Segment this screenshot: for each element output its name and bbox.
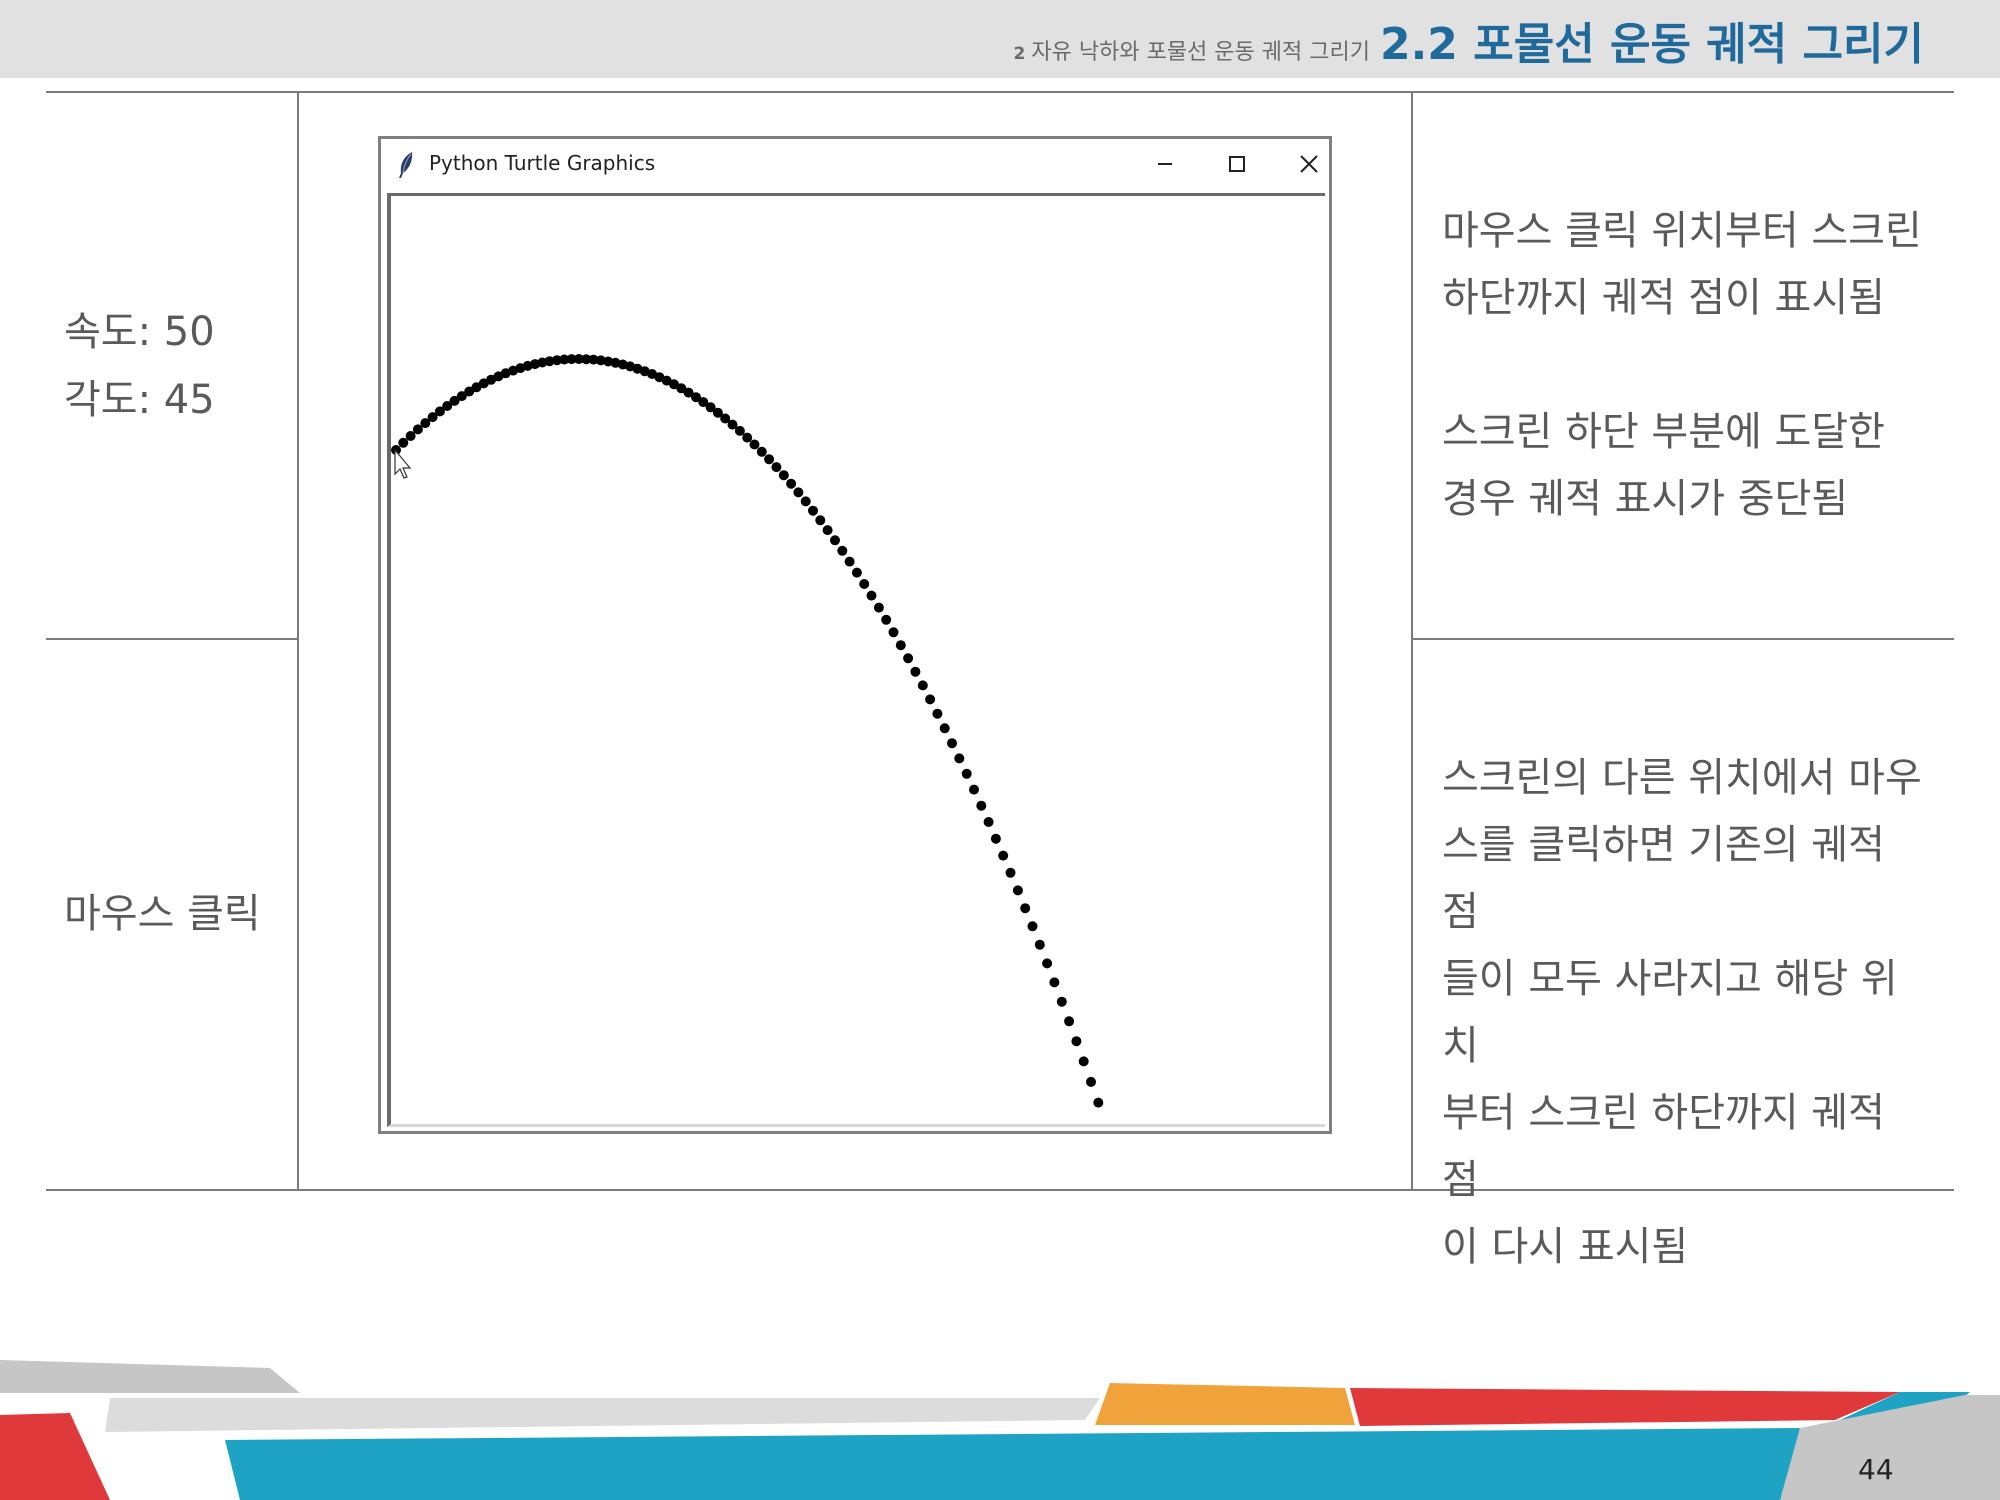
minimize-icon [1145, 147, 1185, 181]
trajectory-dot [398, 437, 409, 448]
trajectory-dot [749, 439, 760, 450]
turtle-canvas[interactable] [387, 193, 1325, 1127]
header-bar: 2 자유 낙하와 포물선 운동 궤적 그리기 2.2 포물선 운동 궤적 그리기 [0, 0, 2000, 78]
trajectory-dot [764, 454, 775, 465]
description-line: 스크린의 다른 위치에서 마우 [1442, 755, 1922, 801]
trajectory-dot [903, 653, 914, 664]
footer-decoration [0, 1360, 2000, 1500]
breadcrumb: 2 자유 낙하와 포물선 운동 궤적 그리기 2.2 포물선 운동 궤적 그리기 [1013, 8, 1924, 70]
description-line: 이 다시 표시됨 [1442, 1224, 1689, 1270]
description-line: 하단까지 궤적 점이 표시됨 [1442, 275, 1885, 321]
trajectory-dot [800, 496, 811, 507]
trajectory-dot [925, 694, 936, 705]
turtle-window[interactable]: Python Turtle Graphics [378, 136, 1332, 1134]
trajectory-dot [1056, 996, 1067, 1007]
row1-description: 마우스 클릭 위치부터 스크린 하단까지 궤적 점이 표시됨 스크린 하단 부분… [1442, 198, 1922, 533]
trajectory-dot [837, 545, 848, 556]
trajectory-dot [808, 505, 818, 516]
trajectory-dot [895, 640, 906, 651]
minimize-button[interactable] [1145, 147, 1185, 181]
row2-description: 스크린의 다른 위치에서 마우 스를 클릭하면 기존의 궤적 점 들이 모두 사… [1442, 745, 1922, 1281]
trajectory-dot [961, 768, 972, 779]
trajectory-dot [778, 470, 789, 481]
description-line: 경우 궤적 표시가 중단됨 [1442, 476, 1849, 522]
trajectory-dot [910, 666, 921, 677]
feather-icon [397, 151, 417, 179]
trajectory-dot [998, 850, 1009, 861]
trajectory-dot [947, 738, 957, 749]
trajectory-dot [742, 432, 753, 443]
trajectory-dot [917, 680, 928, 691]
trajectory-dot [1034, 939, 1045, 950]
row2-label: 마우스 클릭 [64, 880, 261, 948]
maximize-icon [1217, 147, 1257, 181]
trajectory-dot [771, 462, 782, 473]
close-icon [1289, 147, 1329, 181]
trajectory-dot [866, 590, 877, 601]
table-col-divider-2 [1411, 91, 1413, 1191]
mouse-cursor-icon [394, 448, 412, 479]
trajectory-dot [1027, 921, 1038, 932]
trajectory-dot [1012, 885, 1023, 896]
trajectory-dot [844, 556, 855, 567]
maximize-button[interactable] [1217, 147, 1257, 181]
description-line: 들이 모두 사라지고 해당 위치 [1442, 956, 1898, 1069]
trajectory-dot [786, 478, 797, 489]
chapter-title: 자유 낙하와 포물선 운동 궤적 그리기 [1031, 40, 1370, 65]
page-number: 44 [1858, 1453, 1894, 1486]
trajectory-dot [1005, 867, 1016, 878]
trajectory-dot [859, 579, 870, 589]
angle-label: 각도: 45 [64, 377, 215, 423]
trajectory-dot [1078, 1056, 1089, 1067]
trajectory-dot [873, 602, 884, 613]
trajectory-dot [1042, 958, 1053, 969]
window-title: Python Turtle Graphics [429, 151, 656, 175]
chapter-number: 2 [1013, 44, 1026, 64]
table-col-divider-1 [297, 91, 299, 1191]
trajectory-dot [939, 723, 950, 734]
description-line: 스크린 하단 부분에 도달한 [1442, 409, 1885, 455]
trajectory-dot [1020, 903, 1031, 914]
trajectory-dot [954, 753, 965, 764]
trajectory-dot [969, 784, 979, 795]
trajectory-dot [976, 800, 987, 811]
trajectory-dot [793, 487, 804, 498]
mouse-click-label: 마우스 클릭 [64, 891, 261, 937]
trajectory-dot [1071, 1036, 1082, 1047]
close-button[interactable] [1289, 147, 1329, 181]
trajectory-dot [1049, 977, 1060, 988]
trajectory-dot [1064, 1016, 1075, 1027]
table-row-divider-right [1411, 638, 1954, 640]
description-line: 마우스 클릭 위치부터 스크린 [1442, 208, 1922, 254]
trajectory-dot [815, 515, 826, 526]
table-row-divider-left [46, 638, 298, 640]
trajectory-dot [851, 567, 862, 578]
speed-label: 속도: 50 [64, 309, 215, 355]
trajectory-dot [932, 708, 943, 719]
trajectory-dot [822, 525, 833, 536]
description-line: 스를 클릭하면 기존의 궤적 점 [1442, 822, 1885, 935]
trajectory-dot [756, 446, 767, 457]
trajectory-dot [881, 614, 892, 625]
trajectory-dot [1093, 1097, 1104, 1108]
window-titlebar[interactable]: Python Turtle Graphics [381, 139, 1329, 189]
trajectory-dot [1086, 1076, 1096, 1087]
trajectory-dot [990, 833, 1001, 844]
table-top-border [46, 91, 1954, 93]
trajectory-dot [830, 535, 840, 546]
description-line: 부터 스크린 하단까지 궤적 점 [1442, 1090, 1885, 1203]
trajectory-dot [983, 817, 994, 827]
row1-label: 속도: 50 각도: 45 [64, 298, 215, 434]
trajectory-plot [391, 354, 1104, 1108]
trajectory-dot [888, 627, 899, 638]
page-title: 2.2 포물선 운동 궤적 그리기 [1379, 19, 1924, 70]
